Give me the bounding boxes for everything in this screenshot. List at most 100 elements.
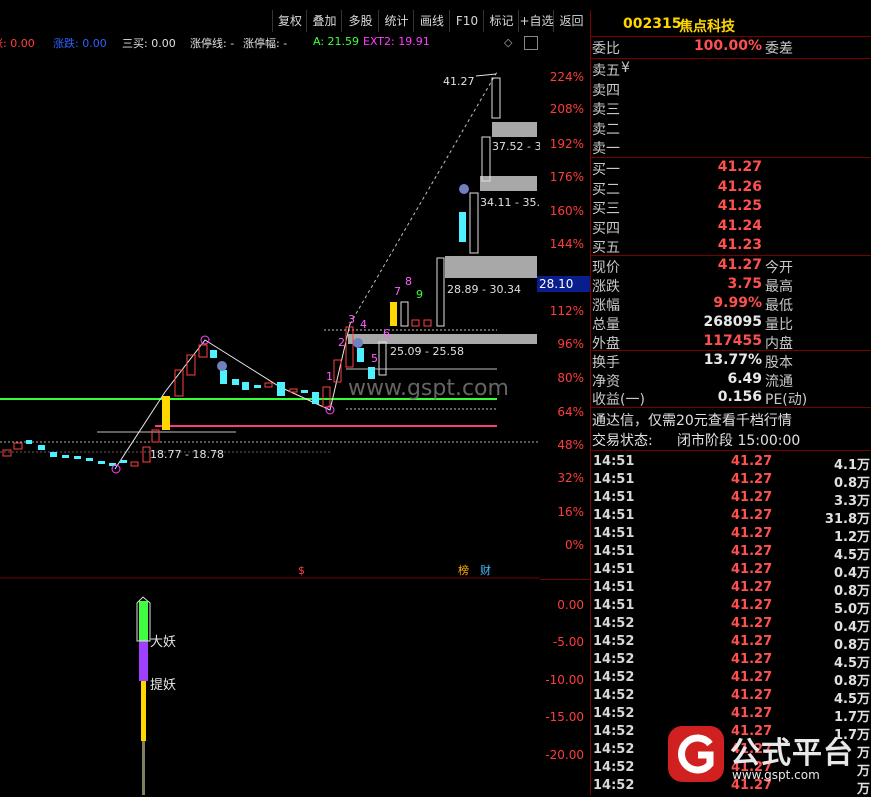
tick-row: 14:51 41.27 3.3万 — [591, 490, 871, 509]
tick-volume: 0.8万 — [833, 674, 870, 689]
y-tick-0: 224% — [549, 70, 584, 84]
tick-price: 41.27 — [731, 688, 773, 703]
stock-code: 002315 — [623, 16, 682, 32]
weicha-label: 委差 — [765, 41, 793, 57]
tick-row: 14:52 41.27 0.4万 — [591, 616, 871, 635]
range-label-4: 25.09 - 25.58 — [390, 345, 464, 358]
y-tick-5: 144% — [549, 237, 584, 251]
indicator-2: 三买: 0.00 — [122, 37, 176, 50]
gspt-logo-icon — [668, 726, 724, 782]
quote-label2: 今开 — [765, 260, 793, 276]
top-price-label: 41.27 — [443, 75, 475, 88]
gspt-logo-text: 公式平台 — [730, 736, 854, 771]
fund-label2: 流通 — [765, 373, 793, 390]
tick-volume: 0.4万 — [833, 566, 870, 581]
wave-num-4: 4 — [360, 318, 367, 331]
y-tick-6: 112% — [549, 304, 584, 318]
buy-label: 买二 — [592, 181, 620, 198]
sell-label: 卖五 — [592, 63, 620, 79]
wave-num-2: 2 — [338, 336, 345, 349]
tick-time: 14:52 — [593, 706, 635, 721]
tick-time: 14:51 — [593, 490, 635, 505]
tick-volume: 4.5万 — [833, 692, 870, 707]
toolbar-button-3[interactable]: 统计 — [378, 10, 414, 32]
tick-time: 14:51 — [593, 544, 635, 559]
chart-settings-icon[interactable]: ◇ — [504, 36, 516, 49]
tick-time: 14:52 — [593, 652, 635, 667]
quote-row-3: 总量 268095 量比 — [591, 314, 871, 333]
quote-label2: 最低 — [765, 298, 793, 314]
tick-price: 41.27 — [731, 472, 773, 487]
tick-row: 14:51 41.27 1.2万 — [591, 526, 871, 545]
tick-volume: 4.5万 — [833, 656, 870, 671]
toolbar-button-2[interactable]: 多股 — [341, 10, 379, 32]
y-tick-3: 176% — [549, 170, 584, 184]
wave-num-7: 7 — [394, 285, 401, 298]
buy-label: 买三 — [592, 201, 620, 217]
weibi-value: 100.00% — [693, 38, 762, 54]
axis-separator — [540, 579, 590, 580]
sell-row-1: 卖四 — [591, 80, 871, 99]
tick-price: 41.27 — [731, 526, 773, 541]
quote-row-0: 现价 41.27 今开 — [591, 257, 871, 276]
weibi-label: 委比 — [592, 41, 620, 57]
wave-num-1: 1 — [326, 370, 333, 383]
tick-row: 14:51 41.27 0.8万 — [591, 580, 871, 599]
sub-y-tick-3: -15.00 — [545, 710, 584, 724]
tick-row: 14:52 41.27 4.5万 — [591, 688, 871, 707]
range-label-1: 37.52 - 3 — [492, 140, 540, 153]
tick-row: 14:51 41.27 0.8万 — [591, 472, 871, 491]
low-marker — [111, 464, 121, 474]
buy-row-4: 买五 41.23 — [591, 237, 871, 256]
promo-link[interactable]: 通达信，仅需20元查看千档行情 — [592, 410, 792, 430]
toolbar-button-0[interactable]: 复权 — [272, 10, 307, 32]
sub-indicator-chart[interactable]: 大妖 提妖 — [0, 581, 540, 795]
gspt-logo: 公式平台 www.gspt.com — [666, 722, 866, 790]
tick-row: 14:51 41.27 4.5万 — [591, 544, 871, 563]
tick-price: 41.27 — [731, 508, 773, 523]
indicator-values-line: 涨: 0.00 涨跌: 0.00 三买: 0.00 涨停线: - 涨停幅: - A: 21… — [0, 33, 540, 51]
sell-label: 卖二 — [592, 121, 620, 138]
fund-row-2: 收益(一) 0.156 PE(动) — [591, 389, 871, 408]
sell-label: 卖四 — [592, 82, 620, 99]
tick-volume: 4.1万 — [833, 458, 870, 473]
toolbar-button-4[interactable]: 画线 — [413, 10, 450, 32]
buy-label: 买四 — [592, 220, 620, 237]
quote-label: 总量 — [592, 317, 620, 333]
toolbar-button-6[interactable]: 标记 — [483, 10, 519, 32]
sub-y-tick-1: -5.00 — [552, 635, 584, 649]
tick-price: 41.27 — [731, 634, 773, 649]
tick-row: 14:52 41.27 0.8万 — [591, 634, 871, 653]
toolbar-button-1[interactable]: 叠加 — [306, 10, 342, 32]
quote-value: 3.75 — [727, 276, 762, 292]
resistance-box-2 — [480, 176, 537, 191]
tick-row: 14:51 41.27 31.8万 — [591, 508, 871, 527]
dayao-label: 大妖 — [150, 635, 176, 650]
fund-row-0: 换手 13.77% 股本 — [591, 352, 871, 371]
range-label-5: 18.77 - 18.78 — [150, 448, 224, 461]
stock-name: 焦点科技 — [679, 19, 735, 35]
sell-row-0: 卖五 ¥ — [591, 60, 871, 79]
tick-time: 14:52 — [593, 688, 635, 703]
toolbar-button-7[interactable]: +自选 — [518, 10, 554, 32]
kline-chart[interactable]: 1 2 3 4 5 6 7 8 9 41.27 37.52 - 3 34.11 … — [0, 52, 540, 579]
sub-y-tick-0: 0.00 — [557, 598, 584, 612]
tiyao-bar — [141, 681, 146, 741]
chart-close-icon[interactable] — [524, 36, 538, 50]
toolbar-button-5[interactable]: F10 — [449, 10, 484, 32]
indicator-1: 涨跌: 0.00 — [53, 37, 107, 50]
fund-label2: PE(动) — [765, 392, 808, 408]
wave-num-8: 8 — [405, 275, 412, 288]
tick-row: 14:51 41.27 5.0万 — [591, 598, 871, 617]
cai-marker: 财 — [480, 563, 491, 577]
wave-num-6: 6 — [383, 327, 390, 340]
tick-row: 14:52 41.27 0.8万 — [591, 670, 871, 689]
y-tick-9: 64% — [557, 405, 584, 419]
buy-row-3: 买四 41.24 — [591, 218, 871, 237]
tick-time: 14:52 — [593, 670, 635, 685]
dayao-bar — [139, 601, 148, 641]
tick-price: 41.27 — [731, 562, 773, 577]
tick-time: 14:51 — [593, 580, 635, 595]
tick-time: 14:52 — [593, 724, 635, 739]
toolbar-button-8[interactable]: 返回 — [553, 10, 589, 32]
